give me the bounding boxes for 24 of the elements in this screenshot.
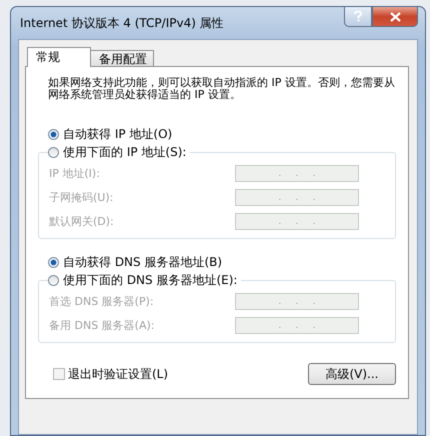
radio-label: 使用下面的 DNS 服务器地址(E): bbox=[63, 272, 238, 288]
tab[interactable]: 常规 bbox=[27, 47, 91, 67]
radio-label: 使用下面的 IP 地址(S): bbox=[63, 144, 186, 160]
field-label: 备用 DNS 服务器(A): bbox=[49, 318, 154, 333]
field-label: 首选 DNS 服务器(P): bbox=[49, 294, 154, 309]
tab[interactable]: 备用配置 bbox=[90, 50, 154, 67]
field-label: IP 地址(I): bbox=[49, 166, 100, 181]
advanced-button[interactable]: 高级(V)... bbox=[308, 363, 396, 385]
radio-button[interactable] bbox=[48, 128, 59, 140]
close-button[interactable] bbox=[372, 7, 418, 27]
field-label: 默认网关(D): bbox=[49, 214, 114, 229]
checkbox-label: 退出时验证设置(L) bbox=[68, 366, 168, 382]
radio-label: 自动获得 DNS 服务器地址(B) bbox=[63, 254, 222, 270]
help-icon bbox=[354, 11, 362, 22]
radio-button[interactable] bbox=[48, 256, 59, 268]
description-text: 如果网络支持此功能，则可以获取自动指派的 IP 设置。否则，您需要从网络系统管理员处获得适当的 IP 设置。 bbox=[48, 77, 396, 101]
checkbox[interactable] bbox=[53, 368, 65, 380]
field-label: 子网掩码(U): bbox=[49, 190, 114, 205]
help-button[interactable] bbox=[344, 7, 372, 27]
close-icon bbox=[390, 12, 400, 22]
window-title: Internet 协议版本 4 (TCP/IPv4) 属性 bbox=[19, 14, 224, 32]
radio-button[interactable] bbox=[48, 274, 59, 286]
radio-label: 自动获得 IP 地址(O) bbox=[63, 126, 172, 142]
radio-button[interactable] bbox=[48, 146, 59, 158]
